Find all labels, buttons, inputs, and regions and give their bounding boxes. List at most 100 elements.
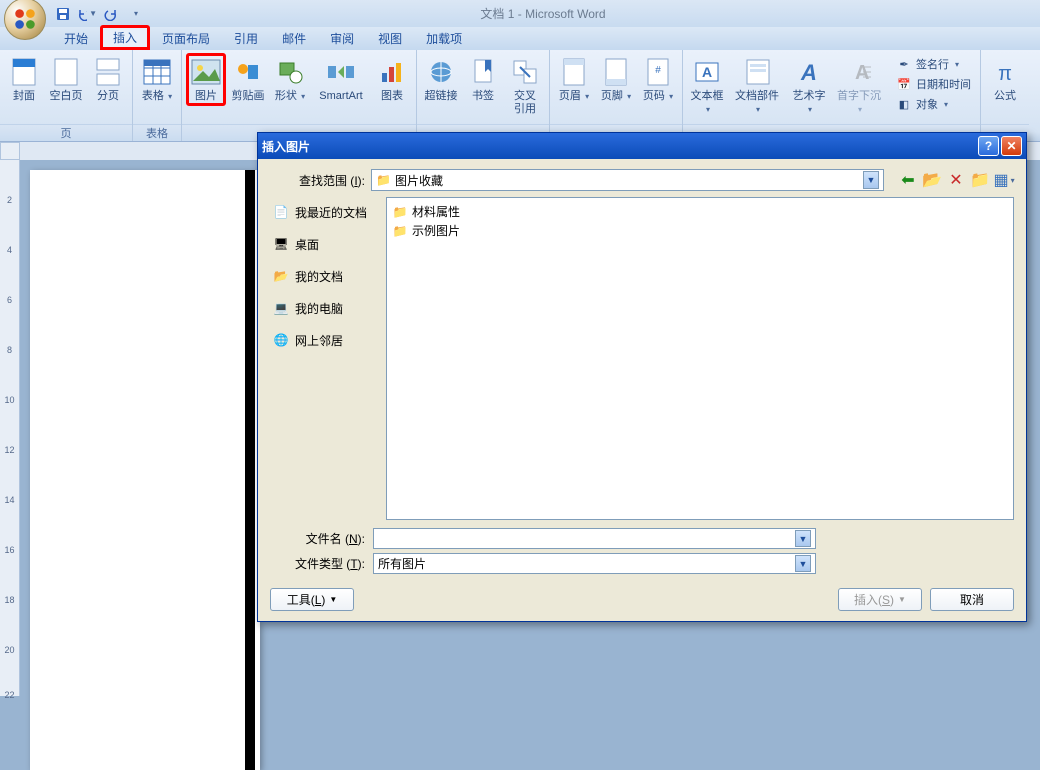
signature-button[interactable]: ✒签名行▾ bbox=[893, 55, 974, 73]
svg-text:π: π bbox=[998, 63, 1012, 85]
group-links: 超链接 书签 交叉 引用 bbox=[417, 50, 550, 141]
place-recent[interactable]: 📄我最近的文档 bbox=[270, 199, 380, 225]
lookin-label: 查找范围 (I): bbox=[270, 172, 365, 189]
clipart-button[interactable]: 剪贴画 bbox=[228, 53, 268, 106]
lookin-value: 图片收藏 bbox=[395, 172, 443, 189]
bookmark-button[interactable]: 书签 bbox=[463, 53, 503, 106]
place-mycomputer[interactable]: 💻我的电脑 bbox=[270, 295, 380, 321]
tools-button[interactable]: 工具 (L)▼ bbox=[270, 588, 354, 611]
place-desktop[interactable]: 🖥桌面 bbox=[270, 231, 380, 257]
vertical-ruler: 2 4 6 8 10 12 14 16 18 20 22 bbox=[0, 160, 20, 696]
smartart-icon bbox=[325, 56, 357, 88]
insert-picture-dialog: 插入图片 ? ✕ 查找范围 (I): 📁 图片收藏 ▼ ⬅ 📂 ✕ 📁 ▦▾ 📄… bbox=[257, 132, 1027, 622]
filetype-label: 文件类型 (T): bbox=[270, 555, 365, 572]
save-icon bbox=[56, 7, 70, 21]
equation-button[interactable]: π 公式 bbox=[985, 53, 1025, 106]
views-icon: ▦ bbox=[993, 170, 1008, 190]
table-button[interactable]: 表格 ▾ bbox=[137, 53, 177, 106]
dropdown-arrow-icon[interactable]: ▼ bbox=[863, 171, 879, 189]
picture-icon bbox=[190, 56, 222, 88]
insert-button[interactable]: 插入 (S)▼ bbox=[838, 588, 922, 611]
office-logo-icon bbox=[12, 6, 38, 32]
office-button[interactable] bbox=[4, 0, 46, 40]
qat-redo-button[interactable] bbox=[100, 4, 122, 24]
dialog-help-button[interactable]: ? bbox=[978, 136, 999, 156]
dropdown-arrow-icon[interactable]: ▼ bbox=[795, 530, 811, 547]
smartart-button[interactable]: SmartArt bbox=[312, 53, 370, 106]
group-tables: 表格 ▾ 表格 bbox=[133, 50, 182, 141]
dropcap-button[interactable]: A 首字下沉 ▾ bbox=[831, 53, 889, 119]
footer-button[interactable]: 页脚 ▾ bbox=[596, 53, 636, 106]
place-mydocs[interactable]: 📂我的文档 bbox=[270, 263, 380, 289]
page-shadow bbox=[245, 170, 255, 770]
blank-page-icon bbox=[50, 56, 82, 88]
tab-layout[interactable]: 页面布局 bbox=[150, 27, 222, 50]
pagenum-button[interactable]: # 页码 ▾ bbox=[638, 53, 678, 106]
quickparts-icon bbox=[742, 56, 774, 88]
header-button[interactable]: 页眉 ▾ bbox=[554, 53, 594, 106]
list-item[interactable]: 📁示例图片 bbox=[391, 221, 1009, 240]
shapes-icon bbox=[274, 56, 306, 88]
redo-icon bbox=[104, 7, 118, 21]
tab-home[interactable]: 开始 bbox=[52, 27, 100, 50]
recent-icon: 📄 bbox=[272, 203, 290, 221]
tab-addins[interactable]: 加载项 bbox=[414, 27, 474, 50]
footer-icon bbox=[600, 56, 632, 88]
group-label-pages: 页 bbox=[0, 124, 132, 141]
cancel-button[interactable]: 取消 bbox=[930, 588, 1014, 611]
list-item[interactable]: 📁材料属性 bbox=[391, 202, 1009, 221]
page-break-icon bbox=[92, 56, 124, 88]
filetype-combo[interactable]: 所有图片▼ bbox=[373, 553, 816, 574]
dropdown-arrow-icon[interactable]: ▼ bbox=[795, 555, 811, 572]
document-page[interactable] bbox=[30, 170, 260, 770]
tab-review[interactable]: 审阅 bbox=[318, 27, 366, 50]
dropcap-icon: A bbox=[844, 56, 876, 88]
chart-button[interactable]: 图表 bbox=[372, 53, 412, 106]
picture-button[interactable]: 图片 bbox=[186, 53, 226, 106]
qat-save-button[interactable] bbox=[52, 4, 74, 24]
cover-page-button[interactable]: 封面 bbox=[4, 53, 44, 106]
hyperlink-button[interactable]: 超链接 bbox=[421, 53, 461, 106]
qat-customize-button[interactable]: ▾ bbox=[124, 4, 146, 24]
table-icon bbox=[141, 56, 173, 88]
computer-icon: 💻 bbox=[272, 299, 290, 317]
group-text: A 文本框 ▾ 文档部件 ▾ A 艺术字 ▾ A 首字下沉 ▾ ✒签名行▾ 📅日… bbox=[683, 50, 981, 141]
datetime-icon: 📅 bbox=[896, 76, 912, 92]
back-button[interactable]: ⬅ bbox=[898, 170, 918, 190]
qat-undo-button[interactable]: ▼ bbox=[76, 4, 98, 24]
place-network[interactable]: 🌐网上邻居 bbox=[270, 327, 380, 353]
shapes-button[interactable]: 形状 ▾ bbox=[270, 53, 310, 106]
undo-icon bbox=[77, 7, 87, 21]
group-pages: 封面 空白页 分页 页 bbox=[0, 50, 133, 141]
up-button[interactable]: 📂 bbox=[922, 170, 942, 190]
bookmark-icon bbox=[467, 56, 499, 88]
tab-mail[interactable]: 邮件 bbox=[270, 27, 318, 50]
filename-input[interactable]: ▼ bbox=[373, 528, 816, 549]
ruler-corner bbox=[0, 142, 20, 160]
dialog-titlebar[interactable]: 插入图片 ? ✕ bbox=[258, 133, 1026, 159]
tab-view[interactable]: 视图 bbox=[366, 27, 414, 50]
datetime-button[interactable]: 📅日期和时间 bbox=[893, 75, 974, 93]
group-label-tables: 表格 bbox=[133, 124, 181, 141]
textbox-button[interactable]: A 文本框 ▾ bbox=[687, 53, 727, 119]
tab-references[interactable]: 引用 bbox=[222, 27, 270, 50]
mydocs-icon: 📂 bbox=[272, 267, 290, 285]
lookin-combo[interactable]: 📁 图片收藏 ▼ bbox=[371, 169, 884, 191]
equation-icon: π bbox=[989, 56, 1021, 88]
svg-text:A: A bbox=[855, 62, 869, 84]
delete-button[interactable]: ✕ bbox=[946, 170, 966, 190]
views-button[interactable]: ▦▾ bbox=[994, 170, 1014, 190]
tab-insert[interactable]: 插入 bbox=[100, 25, 150, 50]
help-icon: ? bbox=[985, 139, 992, 153]
new-folder-icon: 📁 bbox=[970, 170, 990, 190]
newfolder-button[interactable]: 📁 bbox=[970, 170, 990, 190]
quick-access-toolbar: ▼ ▾ bbox=[52, 4, 146, 24]
wordart-button[interactable]: A 艺术字 ▾ bbox=[789, 53, 829, 119]
crossref-button[interactable]: 交叉 引用 bbox=[505, 53, 545, 119]
dialog-close-button[interactable]: ✕ bbox=[1001, 136, 1022, 156]
file-list[interactable]: 📁材料属性 📁示例图片 bbox=[386, 197, 1014, 520]
page-break-button[interactable]: 分页 bbox=[88, 53, 128, 106]
quickparts-button[interactable]: 文档部件 ▾ bbox=[729, 53, 787, 119]
object-button[interactable]: ◧对象▾ bbox=[893, 95, 974, 113]
blank-page-button[interactable]: 空白页 bbox=[46, 53, 86, 106]
